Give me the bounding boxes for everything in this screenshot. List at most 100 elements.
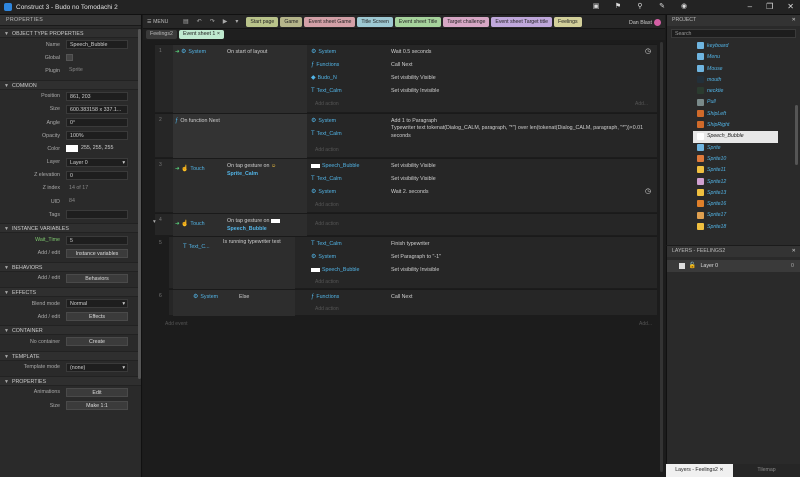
blend-mode-select[interactable]: Normal ▾ [66,299,128,309]
event-6[interactable]: 6 ⚙ System Else ƒ Functions Call Next Add … [159,289,657,316]
angle-field[interactable]: 0° [66,118,128,128]
action-call-next[interactable]: Call Next [391,291,413,303]
project-item[interactable]: Sprite10 [697,154,800,165]
tags-field[interactable] [66,210,128,220]
project-item[interactable]: Sprite12 [697,177,800,188]
tab-tilemap[interactable]: Tilemap [733,464,800,477]
event-2[interactable]: 2 ƒ On function Next ⚙ System Add 1 to Par… [155,113,657,158]
make-1-1-button[interactable]: Make 1:1 [66,401,128,411]
collapse-arrow-icon[interactable]: ▾ [153,216,156,228]
add-event-link[interactable]: Add event [165,318,188,330]
project-tab[interactable]: Feelings [554,16,582,27]
section-common[interactable]: ▼ COMMON [0,79,141,90]
event-sheet-scrollbar[interactable] [660,42,663,472]
create-container-button[interactable]: Create [66,337,128,347]
project-scrollbar[interactable] [795,105,798,165]
project-tab[interactable]: Event sheet Target title [491,16,553,27]
section-properties[interactable]: ▼ PROPERTIES [0,375,141,386]
color-swatch[interactable] [66,145,78,153]
add-action-link[interactable]: Add action [315,303,339,315]
lock-icon[interactable]: 🔓 [688,263,695,269]
restore-icon[interactable]: ❐ [766,2,773,11]
event-3-condition[interactable]: ➜ ☝ Touch On tap gesture on ☺ Sprite_Calm [173,159,307,213]
profile-icon[interactable]: ◉ [680,3,688,11]
menu-button[interactable]: ☰ MENU [143,19,179,25]
close-icon[interactable]: ✕ [792,15,796,26]
layer-visible-checkbox[interactable] [679,262,685,269]
undo-icon[interactable]: ↶ [197,18,202,25]
user-account[interactable]: Dan Blast [629,19,661,26]
project-tab[interactable]: Target challenge [443,16,490,27]
project-item[interactable]: Sprite16 [697,199,800,210]
event-1-condition[interactable]: ➜ ⚙ System On start of layout [173,45,307,113]
action-wait[interactable]: Wait 0.5 seconds [391,46,431,58]
action-set-invisible[interactable]: Set visibility Invisible [391,264,439,276]
action-set-paragraph[interactable]: Set Paragraph to "-1" [391,251,441,263]
redo-icon[interactable]: ↷ [210,18,215,25]
behaviors-button[interactable]: Behaviors [66,273,128,283]
project-item[interactable]: keyboard [697,41,800,52]
project-item[interactable]: necktie [697,86,800,97]
action-set-invisible[interactable]: Set visibility Invisible [391,85,439,97]
action-call-next[interactable]: Call Next [391,59,413,71]
action-set-visible[interactable]: Set visibility Visible [391,173,436,185]
event-5[interactable]: 5 T Text_C... Is running typewriter text … [159,236,657,289]
name-field[interactable]: Speech_Bubble [66,40,128,50]
event-4[interactable]: 4 ▾ ➜ ☝ Touch On tap gesture on Speech_Bu… [153,213,657,236]
section-effects[interactable]: ▼ EFFECTS [0,287,141,297]
z-elevation-field[interactable]: 0 [66,170,128,180]
add-action-link[interactable]: Add action [315,144,339,156]
event-3[interactable]: 3 ➜ ☝ Touch On tap gesture on ☺ Sprite_Ca… [155,158,657,213]
close-icon[interactable]: ✕ [787,2,794,11]
add-action-link[interactable]: Add action [315,276,339,288]
project-item[interactable]: ShipLeft [697,109,800,120]
bag-icon[interactable]: ⚑ [614,3,622,11]
search-icon[interactable]: ⚲ [636,3,644,11]
event-5-condition[interactable]: T Text_C... Is running typewriter text [173,237,295,289]
project-item[interactable]: Sprite18 [697,222,800,233]
project-item[interactable]: Speech_Bubble [693,131,778,143]
project-tab[interactable]: Title Screen [357,16,393,27]
size-field[interactable]: 600.383158 x 337.1... [66,104,128,114]
effects-button[interactable]: Effects [66,312,128,322]
action-typewriter[interactable]: Typewriter text tokenat(Dialog_CALM, par… [391,124,651,142]
action-wait[interactable]: Wait 2. seconds [391,186,429,198]
section-container[interactable]: ▼ CONTAINER [0,325,141,336]
animations-edit-button[interactable]: Edit [66,387,128,397]
action-finish-typewriter[interactable]: Finish typewriter [391,238,430,250]
add-action-link[interactable]: Add action [315,218,339,230]
project-tab[interactable]: Game [280,16,303,27]
properties-scrollbar[interactable] [138,29,141,379]
section-template[interactable]: ▼ TEMPLATE [0,350,141,361]
wait-time-field[interactable]: 5 [66,235,128,245]
event-2-condition[interactable]: ƒ On function Next [173,114,307,158]
color-value[interactable]: 255, 255, 255 [81,144,129,153]
tab-feelings2[interactable]: Feelings2 [146,30,177,39]
event-4-condition[interactable]: ➜ ☝ Touch On tap gesture on Speech_Bubble [173,214,307,236]
project-item[interactable]: ShipRight [697,120,800,131]
tab-event-sheet-1[interactable]: Event sheet 1 × [178,30,224,39]
project-tab[interactable]: Event sheet Title [394,16,442,27]
save-icon[interactable]: ▤ [183,18,189,25]
close-tab-icon[interactable]: × [217,31,220,37]
project-item[interactable]: Pull [697,97,800,108]
event-6-condition[interactable]: ⚙ System Else [173,290,295,316]
global-checkbox[interactable] [66,54,73,62]
action-set-visible[interactable]: Set visibility Visible [391,160,436,172]
instance-variables-button[interactable]: Instance variables [66,248,128,258]
project-item[interactable]: mouth [697,75,800,86]
add-link[interactable]: Add... [635,98,648,110]
action-set-visible[interactable]: Set visibility Visible [391,72,436,84]
position-field[interactable]: 861, 203 [66,91,128,101]
project-item[interactable]: Sprite11 [697,165,800,176]
project-search-input[interactable]: Search [671,29,796,38]
wrench-icon[interactable]: ✎ [658,3,666,11]
layer-row[interactable]: 🔓 Layer 0 0 [667,260,800,272]
project-item[interactable]: Sprite13 [697,188,800,199]
tab-layers[interactable]: Layers - Feelings2 ✕ [666,464,733,477]
minimize-icon[interactable]: – [748,2,752,11]
add-action-link[interactable]: Add action [315,199,339,211]
layer-select[interactable]: Layer 0 ▾ [66,157,128,167]
add-action-link[interactable]: Add action [315,98,339,110]
section-object-type[interactable]: ▼ OBJECT TYPE PROPERTIES [0,28,141,38]
